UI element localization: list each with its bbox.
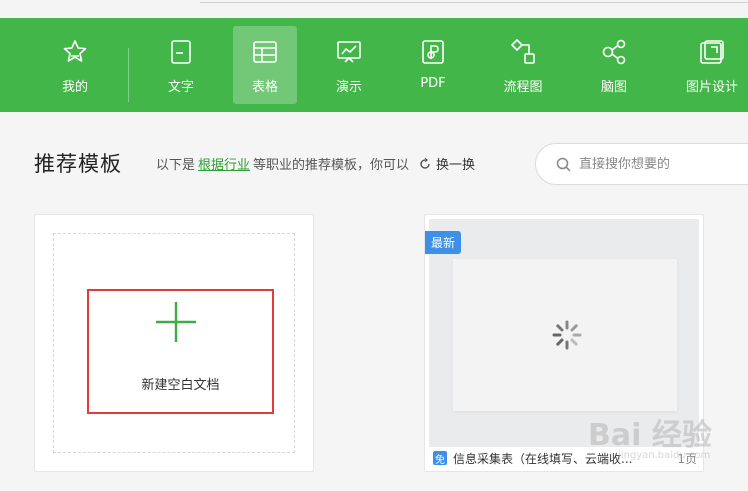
image-design-icon bbox=[700, 40, 724, 64]
plus-icon bbox=[156, 302, 196, 342]
table-icon bbox=[253, 41, 277, 63]
tab-flowchart[interactable]: 流程图 bbox=[491, 26, 555, 104]
new-blank-doc-button[interactable]: 新建空白文档 bbox=[87, 289, 274, 414]
tab-label: 脑图 bbox=[600, 80, 627, 95]
new-blank-doc-label: 新建空白文档 bbox=[141, 378, 220, 393]
toolbar-divider bbox=[128, 48, 129, 102]
tab-presentation[interactable]: 演示 bbox=[317, 26, 381, 104]
recommend-subtitle: 以下是 根据行业 等职业的推荐模板，你可以 换一换 bbox=[156, 154, 475, 173]
mindmap-icon bbox=[602, 39, 626, 65]
new-badge: 最新 bbox=[425, 231, 462, 254]
star-icon bbox=[63, 40, 87, 62]
refresh-label: 换一换 bbox=[436, 158, 476, 173]
pdf-icon bbox=[422, 40, 444, 64]
document-icon bbox=[171, 40, 191, 64]
flowchart-icon bbox=[511, 39, 535, 64]
template-card[interactable]: 最新 免 信息采集表（在线填写、云端收... 1页 bbox=[424, 214, 704, 472]
subtitle-prefix: 以下是 bbox=[156, 158, 196, 173]
tab-label: PDF bbox=[420, 76, 446, 91]
search-icon bbox=[556, 157, 571, 172]
template-title[interactable]: 信息采集表（在线填写、云端收... bbox=[453, 450, 665, 467]
tab-spreadsheet[interactable]: 表格 bbox=[233, 26, 297, 104]
template-search[interactable] bbox=[535, 143, 748, 185]
tab-image-design[interactable]: 图片设计 bbox=[680, 26, 744, 104]
template-caption: 免 信息采集表（在线填写、云端收... 1页 bbox=[433, 448, 697, 468]
loading-spinner-icon bbox=[552, 320, 582, 350]
refresh-button[interactable]: 换一换 bbox=[419, 154, 475, 173]
page-title: 推荐模板 bbox=[34, 152, 122, 176]
industry-link[interactable]: 根据行业 bbox=[198, 154, 250, 173]
tab-label: 流程图 bbox=[503, 80, 543, 95]
search-input[interactable] bbox=[579, 156, 739, 172]
tab-mine[interactable]: 我的 bbox=[43, 26, 107, 104]
new-blank-doc-card[interactable]: 新建空白文档 bbox=[34, 214, 314, 472]
free-tag: 免 bbox=[433, 451, 447, 466]
tab-pdf[interactable]: PDF bbox=[401, 26, 465, 104]
tab-label: 文字 bbox=[167, 80, 194, 95]
tab-label: 演示 bbox=[335, 80, 362, 95]
tab-label: 我的 bbox=[61, 80, 88, 95]
tab-label: 图片设计 bbox=[685, 80, 738, 95]
window-top-strip bbox=[0, 0, 748, 18]
tab-label: 表格 bbox=[251, 80, 278, 95]
presentation-icon bbox=[337, 41, 361, 63]
app-toolbar: 我的 文字 表格 演示 PDF 流程图 脑图 图片设计 bbox=[0, 18, 748, 112]
tab-text[interactable]: 文字 bbox=[149, 26, 213, 104]
template-thumbnail bbox=[429, 219, 699, 447]
tab-mindmap[interactable]: 脑图 bbox=[582, 26, 646, 104]
page-count: 1页 bbox=[677, 451, 697, 466]
subtitle-suffix: 等职业的推荐模板，你可以 bbox=[253, 158, 410, 173]
refresh-icon bbox=[420, 157, 430, 169]
